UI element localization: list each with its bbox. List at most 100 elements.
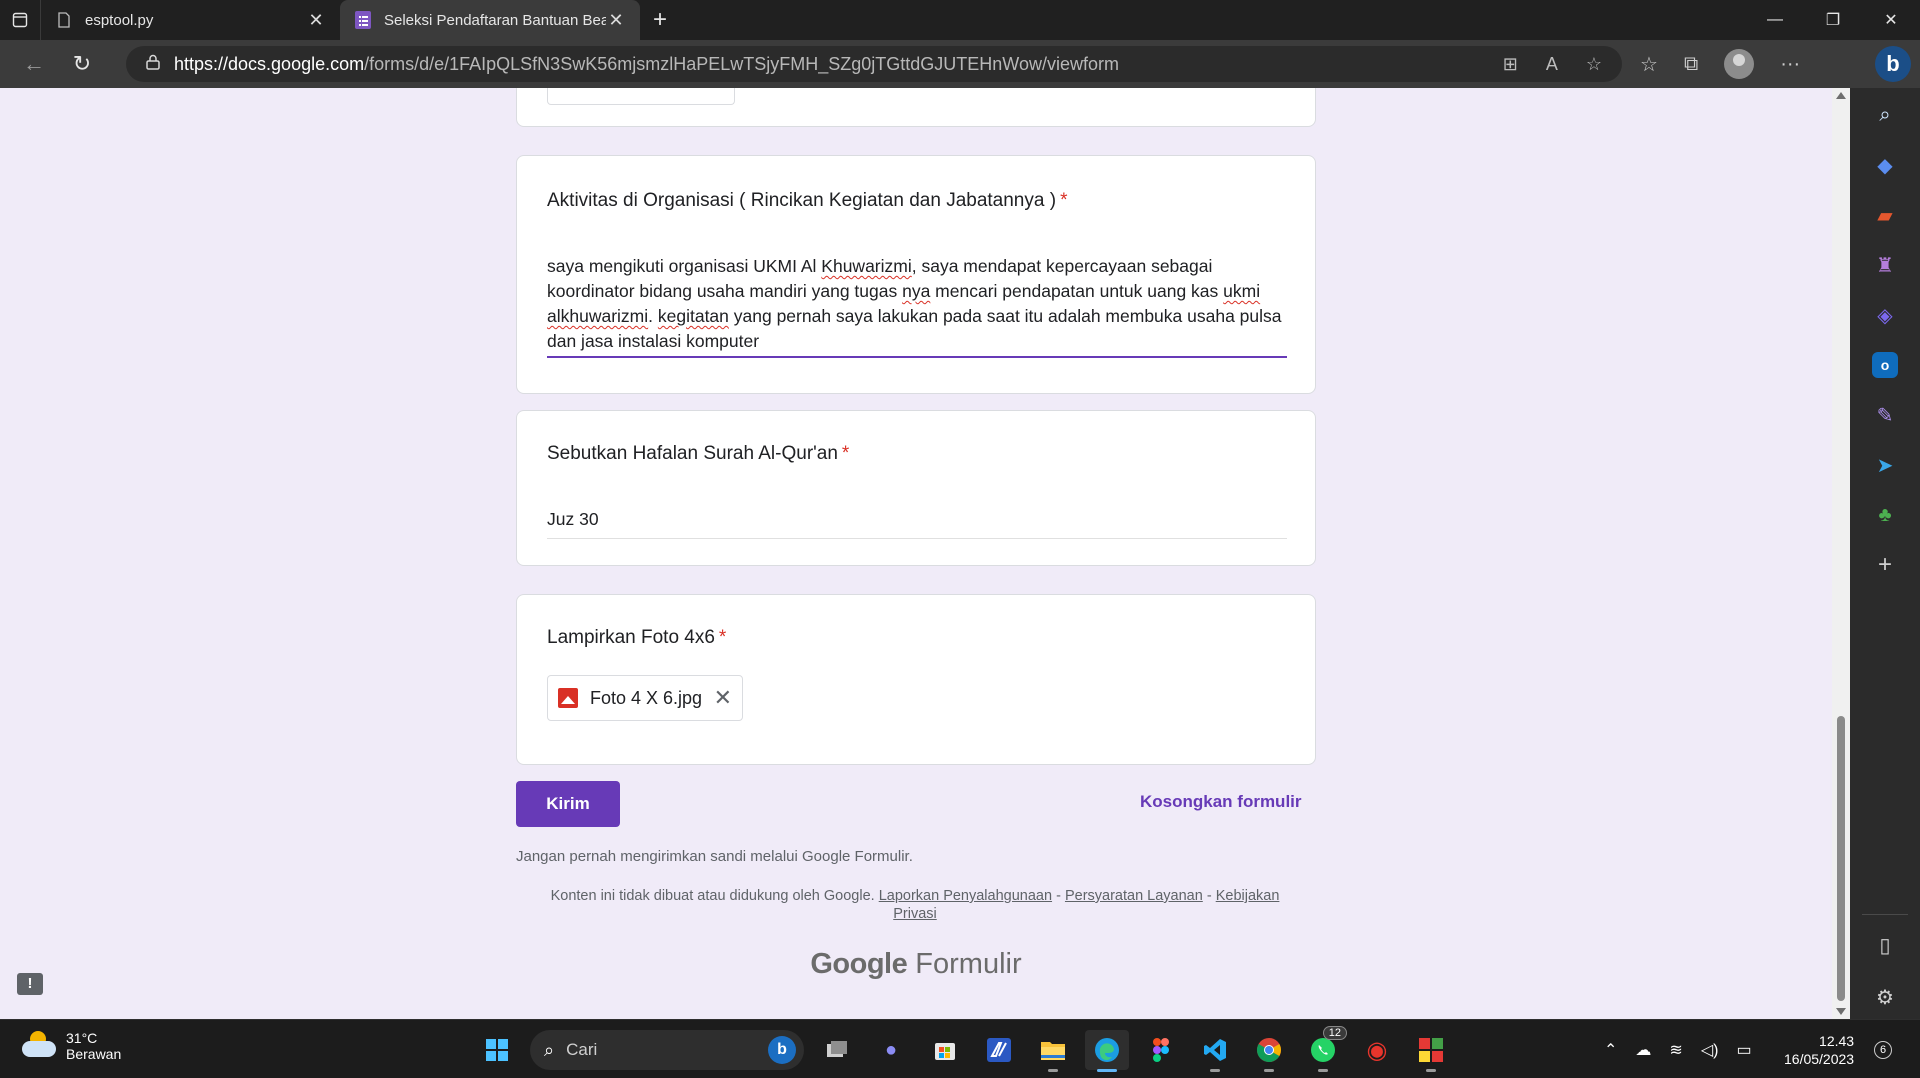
bing-chat-icon[interactable]: b xyxy=(1866,40,1920,88)
previous-input-box[interactable] xyxy=(547,88,735,105)
restore-icon[interactable]: ❐ xyxy=(1804,0,1862,40)
profile-avatar[interactable] xyxy=(1724,49,1755,79)
figma-icon[interactable] xyxy=(1139,1030,1183,1070)
feedback-icon[interactable]: ! xyxy=(17,973,43,995)
submit-button[interactable]: Kirim xyxy=(516,781,620,827)
report-abuse-link[interactable]: Laporkan Penyalahgunaan xyxy=(879,888,1052,904)
scroll-up-icon[interactable] xyxy=(1836,92,1846,99)
page-scrollbar[interactable] xyxy=(1832,88,1850,1019)
separator: - xyxy=(1056,888,1061,904)
outlook-icon[interactable]: o xyxy=(1872,352,1898,378)
misspelled-word: nya xyxy=(902,281,931,301)
add-icon[interactable]: + xyxy=(1872,551,1898,578)
required-asterisk: * xyxy=(718,627,727,648)
favorites-icon[interactable]: ☆ xyxy=(1640,52,1658,77)
terms-link[interactable]: Persyaratan Layanan xyxy=(1065,888,1203,904)
espressif-icon[interactable]: ◉ xyxy=(1355,1030,1399,1070)
new-tab-icon[interactable]: + xyxy=(640,0,680,40)
task-view-icon[interactable] xyxy=(815,1030,859,1070)
file-explorer-icon[interactable] xyxy=(1031,1030,1075,1072)
browser-tab-bar: esptool.py ✕ Seleksi Pendaftaran Bantuan… xyxy=(0,0,1920,40)
clock-time: 12.43 xyxy=(1819,1033,1855,1049)
question-title-text: Aktivitas di Organisasi ( Rincikan Kegia… xyxy=(547,190,1057,211)
edge-browser-icon[interactable] xyxy=(1085,1030,1129,1072)
battery-icon[interactable]: ▭ xyxy=(1736,1040,1751,1060)
address-bar-actions: ⊞ A ☆ xyxy=(1503,54,1602,75)
system-tray: ⌃ ☁ ≋ ◁) ▭ xyxy=(1604,1030,1752,1070)
notification-count-badge[interactable]: 6 xyxy=(1874,1041,1892,1059)
send-icon[interactable]: ➤ xyxy=(1872,452,1898,478)
separator: - xyxy=(1206,888,1212,904)
question-title: Lampirkan Foto 4x6 * xyxy=(547,627,726,649)
app-available-icon[interactable]: ⊞ xyxy=(1503,54,1518,75)
taskbar-search[interactable]: ⌕ Cari b xyxy=(530,1030,804,1070)
password-warning: Jangan pernah mengirimkan sandi melalui … xyxy=(516,848,913,865)
question-title: Sebutkan Hafalan Surah Al-Qur'an * xyxy=(547,443,849,465)
back-icon[interactable]: ← xyxy=(10,44,58,84)
clock-date: 16/05/2023 xyxy=(1784,1051,1855,1067)
scroll-down-icon[interactable] xyxy=(1836,1008,1846,1015)
misspelled-word: Khuwarizmi xyxy=(821,256,912,276)
tab-actions-icon[interactable] xyxy=(0,0,40,40)
quran-answer-input[interactable]: Juz 30 xyxy=(547,509,1287,539)
color-app-icon[interactable] xyxy=(1409,1030,1453,1072)
file-name: Foto 4 X 6.jpg xyxy=(590,687,703,708)
refresh-icon[interactable]: ↻ xyxy=(58,44,106,84)
organization-answer-textarea[interactable]: saya mengikuti organisasi UKMI Al Khuwar… xyxy=(547,254,1287,358)
answer-text: . xyxy=(648,306,658,326)
scrollbar-thumb[interactable] xyxy=(1837,716,1845,1001)
search-icon: ⌕ xyxy=(544,1039,555,1060)
hide-sidebar-icon[interactable]: ▯ xyxy=(1872,932,1898,958)
read-aloud-icon[interactable]: A xyxy=(1546,54,1558,75)
search-icon[interactable]: ⌕ xyxy=(1872,102,1898,128)
collections-icon[interactable]: ⧉ xyxy=(1684,53,1698,76)
shopping-tag-icon[interactable]: ◆ xyxy=(1872,152,1898,178)
required-asterisk: * xyxy=(1060,190,1068,211)
close-tab-icon[interactable]: ✕ xyxy=(606,10,626,31)
onedrive-cloud-icon[interactable]: ☁ xyxy=(1635,1040,1651,1060)
required-asterisk: * xyxy=(841,443,850,464)
tab-title: esptool.py xyxy=(85,11,154,29)
misspelled-word: kegitatan xyxy=(657,306,729,326)
designer-icon[interactable]: ✎ xyxy=(1872,402,1898,428)
close-window-icon[interactable]: ✕ xyxy=(1862,0,1920,40)
tab-title: Seleksi Pendaftaran Bantuan Bea xyxy=(384,11,606,29)
toolbar-right: ☆ ⧉ ··· xyxy=(1640,49,1800,79)
remove-file-icon[interactable]: ✕ xyxy=(714,685,732,711)
page-icon xyxy=(55,11,73,29)
volume-icon[interactable]: ◁) xyxy=(1701,1040,1719,1060)
search-placeholder: Cari xyxy=(566,1040,598,1059)
editor-app-icon[interactable] xyxy=(977,1030,1021,1070)
lock-icon[interactable] xyxy=(146,54,160,75)
tools-icon[interactable]: ▰ xyxy=(1872,202,1898,228)
settings-gear-icon[interactable]: ⚙ xyxy=(1872,984,1898,1010)
microsoft-store-icon[interactable] xyxy=(923,1030,967,1070)
tab-esptool[interactable]: esptool.py ✕ xyxy=(40,0,340,40)
address-bar[interactable]: https://docs.google.com/forms/d/e/1FAIpQ… xyxy=(126,46,1622,82)
whatsapp-badge: 12 xyxy=(1322,1026,1347,1040)
tab-google-form[interactable]: Seleksi Pendaftaran Bantuan Bea ✕ xyxy=(340,0,640,40)
whatsapp-icon[interactable]: 12 xyxy=(1301,1026,1347,1072)
minimize-icon[interactable]: — xyxy=(1746,0,1804,40)
start-windows-icon[interactable] xyxy=(475,1030,519,1070)
uploaded-file-chip[interactable]: Foto 4 X 6.jpg ✕ xyxy=(547,675,743,721)
teams-chat-icon[interactable]: ● xyxy=(869,1030,913,1070)
bing-icon: b xyxy=(768,1036,796,1064)
add-favorite-icon[interactable]: ☆ xyxy=(1586,54,1602,75)
weather-widget[interactable]: 31°C Berawan xyxy=(22,1030,121,1062)
weather-temp: 31°C xyxy=(66,1030,98,1046)
google-forms-logo[interactable]: Google Formulir xyxy=(0,948,1832,981)
microsoft-365-icon[interactable]: ◈ xyxy=(1872,302,1898,328)
more-icon[interactable]: ··· xyxy=(1780,53,1800,76)
tree-icon[interactable]: ♣ xyxy=(1872,502,1898,528)
chevron-up-icon[interactable]: ⌃ xyxy=(1604,1040,1617,1060)
vscode-icon[interactable] xyxy=(1193,1030,1237,1072)
system-clock[interactable]: 12.43 16/05/2023 xyxy=(1784,1032,1854,1068)
answer-text: mencari pendapatan untuk uang kas xyxy=(930,281,1224,301)
close-tab-icon[interactable]: ✕ xyxy=(306,10,326,31)
games-icon[interactable]: ♜ xyxy=(1872,252,1898,278)
chrome-icon[interactable] xyxy=(1247,1030,1291,1072)
wifi-icon[interactable]: ≋ xyxy=(1669,1040,1682,1060)
previous-question-card xyxy=(516,88,1316,127)
clear-form-button[interactable]: Kosongkan formulir xyxy=(1140,792,1302,812)
